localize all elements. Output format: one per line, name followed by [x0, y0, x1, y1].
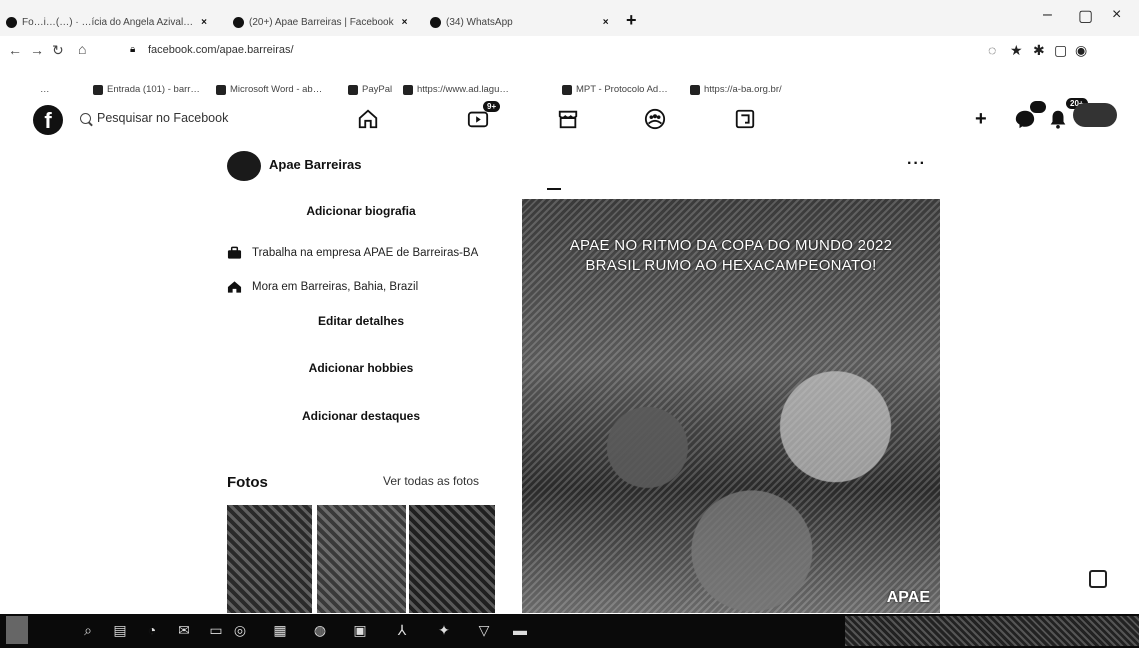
add-bio-button[interactable]: Adicionar biografia	[227, 204, 495, 218]
link-icon	[403, 84, 413, 95]
add-hobbies-button[interactable]: Adicionar hobbies	[227, 361, 495, 375]
photo-thumbnail[interactable]	[317, 505, 406, 613]
paypal-icon	[348, 84, 358, 95]
mpt-icon	[562, 84, 572, 95]
star-bookmark-icon[interactable]: ★	[1010, 42, 1023, 59]
new-message-edit-icon[interactable]	[1089, 570, 1107, 588]
word-icon	[216, 84, 226, 95]
post-image[interactable]: APAE NO RITMO DA COPA DO MUNDO 2022 BRAS…	[522, 199, 940, 613]
explorer-icon[interactable]: ▭	[208, 622, 224, 638]
address-bar-url[interactable]: facebook.com/apae.barreiras/	[148, 44, 294, 56]
gaming-nav-icon[interactable]	[732, 106, 758, 132]
forward-arrow-icon[interactable]: →	[30, 42, 44, 58]
post-watermark-logo: APAE	[886, 589, 930, 606]
more-options-button[interactable]: ···	[907, 155, 926, 173]
tab-1[interactable]: Fo…i…(…) · …ícia do Angela Azival… ×	[6, 12, 216, 32]
store-icon[interactable]: ▦	[272, 622, 288, 638]
photos-app-icon[interactable]: ▣	[352, 622, 368, 638]
maximize-button[interactable]: ▢	[1078, 6, 1093, 26]
briefcase-icon	[227, 246, 242, 259]
lock-icon: 🔒︎	[130, 44, 136, 55]
facebook-favicon-icon	[233, 16, 244, 28]
bookmark-paypal[interactable]: PayPal	[348, 84, 392, 95]
tab-label: Fo…i…(…) · …ícia do Angela Azival…	[22, 16, 194, 28]
app-icon[interactable]: ⅄	[394, 622, 410, 638]
bookmark-mpt[interactable]: MPT - Protocolo Ad…	[562, 84, 668, 95]
work-info: Trabalha na empresa APAE de Barreiras-BA	[227, 246, 478, 260]
marketplace-nav-icon[interactable]	[555, 106, 581, 132]
home-icon[interactable]: ⌂	[78, 41, 86, 57]
task-view-icon[interactable]: ▤	[112, 622, 128, 638]
house-icon	[227, 281, 242, 293]
tab-3[interactable]: (34) WhatsApp ×	[430, 12, 620, 32]
whatsapp-icon[interactable]: ◍	[312, 622, 328, 638]
whatsapp-favicon-icon	[430, 16, 441, 28]
divider	[547, 188, 561, 190]
messenger-badge	[1030, 101, 1046, 113]
bookmark-aba[interactable]: https://a-ba.org.br/	[690, 84, 782, 95]
groups-nav-icon[interactable]	[642, 106, 668, 132]
search-input[interactable]: Pesquisar no Facebook	[80, 111, 228, 125]
search-icon	[80, 112, 91, 124]
minimize-button[interactable]: –	[1043, 6, 1052, 24]
start-button-icon[interactable]	[6, 616, 28, 644]
tab-favicon-icon	[6, 16, 17, 28]
bookmark-gmail[interactable]: Entrada (101) - barr…	[93, 84, 200, 95]
profile-name[interactable]: Apae Barreiras	[269, 157, 362, 172]
location-text: Mora em Barreiras, Bahia, Brazil	[252, 281, 419, 293]
bookmark-link[interactable]: https://www.ad.lagu…	[403, 84, 509, 95]
app-icon[interactable]: ▬	[512, 622, 528, 638]
chrome-icon[interactable]: ◎	[232, 622, 248, 638]
create-plus-button[interactable]: +	[975, 108, 987, 131]
edge-icon[interactable]: ◔	[144, 622, 160, 638]
close-tab-icon[interactable]: ×	[603, 17, 609, 28]
system-tray	[845, 616, 1139, 646]
profile-avatar-icon[interactable]: ◉	[1075, 42, 1087, 59]
facebook-logo-icon[interactable]: f	[33, 105, 63, 135]
avatar[interactable]	[227, 151, 261, 181]
app-icon[interactable]: ✦	[436, 622, 452, 638]
post-caption-line1: APAE NO RITMO DA COPA DO MUNDO 2022	[569, 237, 893, 254]
notifications-bell-icon[interactable]	[1045, 106, 1071, 132]
puzzle-extensions-icon[interactable]: ✱	[1033, 42, 1045, 59]
tab-label: (34) WhatsApp	[446, 16, 513, 28]
photo-thumbnail[interactable]	[227, 505, 312, 613]
mail-icon[interactable]: ✉	[176, 622, 192, 638]
photo-thumbnail[interactable]	[409, 505, 495, 613]
search-taskbar-icon[interactable]: ⌕	[80, 622, 96, 638]
extension-icon[interactable]: ◌	[988, 42, 996, 58]
reload-icon[interactable]: ↻	[52, 42, 64, 59]
edit-details-button[interactable]: Editar detalhes	[227, 314, 495, 328]
bookmark-item[interactable]: …	[40, 84, 50, 95]
gmail-icon	[93, 84, 103, 95]
add-featured-button[interactable]: Adicionar destaques	[227, 409, 495, 423]
search-placeholder: Pesquisar no Facebook	[97, 111, 229, 125]
account-avatar[interactable]	[1073, 103, 1117, 127]
watch-badge: 9+	[483, 101, 501, 112]
globe-icon	[690, 84, 700, 95]
new-tab-button[interactable]: +	[626, 10, 637, 31]
post-caption-line2: BRASIL RUMO AO HEXACAMPEONATO!	[585, 257, 877, 274]
home-nav-icon[interactable]	[355, 106, 381, 132]
see-all-photos-link[interactable]: Ver todas as fotos	[383, 474, 479, 488]
work-text: Trabalha na empresa APAE de Barreiras-BA	[252, 247, 479, 259]
photos-title: Fotos	[227, 474, 268, 491]
app-icon[interactable]: ▽	[476, 622, 492, 638]
close-tab-icon[interactable]: ×	[201, 17, 207, 28]
sidebar-panel-icon[interactable]: ▢	[1054, 42, 1067, 59]
location-info: Mora em Barreiras, Bahia, Brazil	[227, 280, 418, 294]
close-window-button[interactable]: ×	[1112, 6, 1121, 24]
close-tab-icon[interactable]: ×	[402, 17, 408, 28]
back-arrow-icon[interactable]: ←	[8, 42, 22, 58]
tab-2[interactable]: (20+) Apae Barreiras | Facebook ×	[233, 12, 413, 32]
tab-label: (20+) Apae Barreiras | Facebook	[249, 16, 394, 28]
bookmark-word[interactable]: Microsoft Word - ab…	[216, 84, 322, 95]
